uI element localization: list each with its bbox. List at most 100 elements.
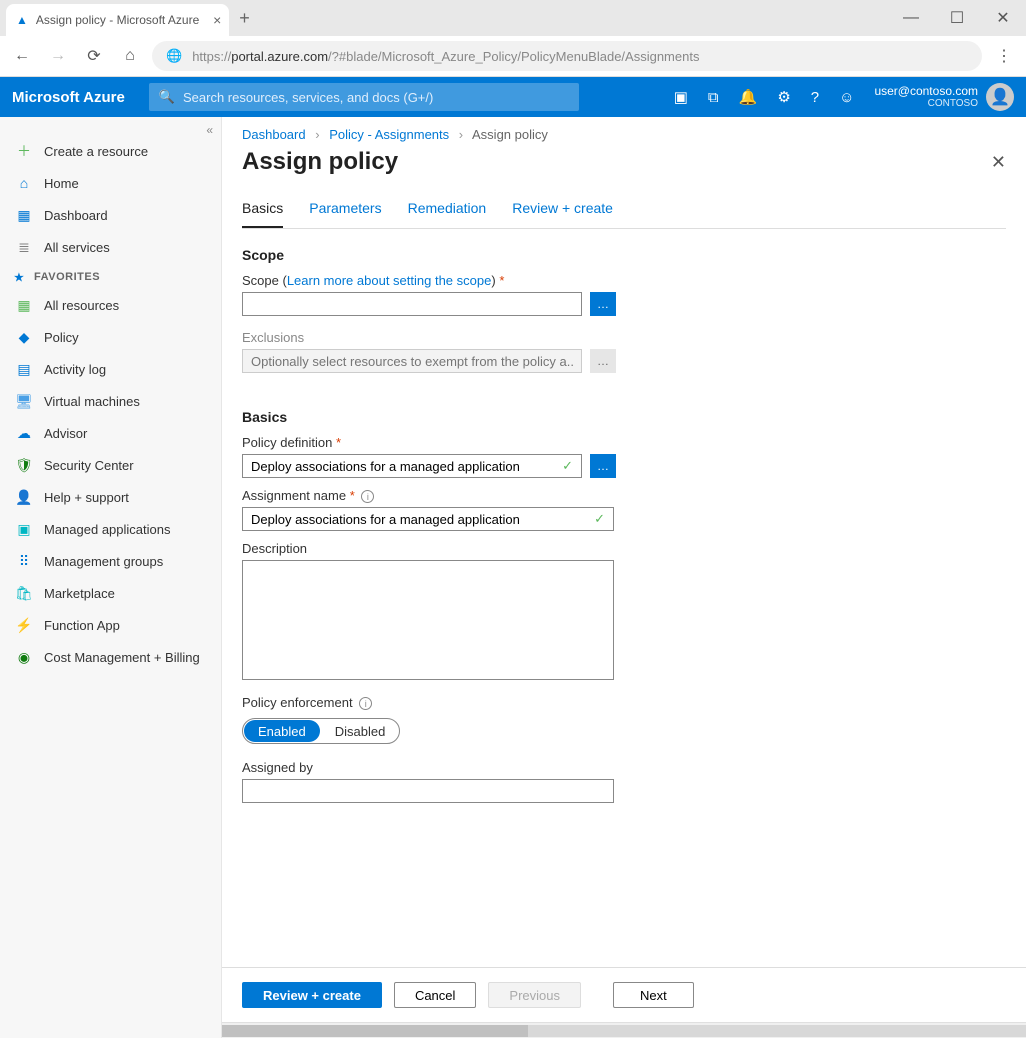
breadcrumb-policy-assignments[interactable]: Policy - Assignments xyxy=(329,127,449,142)
scrollbar-thumb[interactable] xyxy=(222,1025,528,1037)
next-button[interactable]: Next xyxy=(613,982,694,1008)
tab-parameters[interactable]: Parameters xyxy=(309,190,381,228)
settings-icon[interactable]: ⚙ xyxy=(777,88,790,106)
maximize-button[interactable]: ☐ xyxy=(934,0,980,36)
description-label: Description xyxy=(242,541,1006,556)
globe-icon: 🌐 xyxy=(166,48,182,64)
notifications-icon[interactable]: 🔔 xyxy=(739,88,758,106)
sidebar-item-virtual-machines[interactable]: 🖥Virtual machines xyxy=(0,385,221,417)
browser-tab[interactable]: ▲ Assign policy - Microsoft Azure × xyxy=(6,4,229,36)
scope-picker-button[interactable]: … xyxy=(590,292,616,316)
exclusions-label: Exclusions xyxy=(242,330,1006,345)
policy-enforcement-toggle[interactable]: Enabled Disabled xyxy=(242,718,400,744)
advisor-icon: ☁ xyxy=(16,425,32,441)
chevron-right-icon: › xyxy=(315,127,319,142)
marketplace-icon: 🛍 xyxy=(16,585,32,601)
horizontal-scrollbar[interactable] xyxy=(222,1022,1026,1038)
tab-close-icon[interactable]: × xyxy=(213,12,221,28)
policy-definition-select[interactable]: Deploy associations for a managed applic… xyxy=(242,454,582,478)
sidebar-item-all-services[interactable]: ≣All services xyxy=(0,231,221,263)
cost-icon: ◉ xyxy=(16,649,32,665)
policy-definition-picker-button[interactable]: … xyxy=(590,454,616,478)
plus-icon: ＋ xyxy=(16,143,32,159)
url-bar[interactable]: 🌐 https://portal.azure.com/?#blade/Micro… xyxy=(152,41,982,71)
sidebar-item-label: Dashboard xyxy=(44,208,108,223)
help-icon[interactable]: ? xyxy=(811,89,819,106)
sidebar-item-label: Home xyxy=(44,176,79,191)
breadcrumb: Dashboard › Policy - Assignments › Assig… xyxy=(222,117,1026,148)
sidebar-item-label: Advisor xyxy=(44,426,87,441)
sidebar-item-advisor[interactable]: ☁ Advisor xyxy=(0,417,221,449)
assignment-name-input[interactable]: Deploy associations for a managed applic… xyxy=(242,507,614,531)
scope-learn-link[interactable]: Learn more about setting the scope xyxy=(287,273,492,288)
breadcrumb-dashboard[interactable]: Dashboard xyxy=(242,127,306,142)
azure-user-info[interactable]: user@contoso.com CONTOSO xyxy=(874,84,978,110)
forward-button[interactable]: → xyxy=(44,42,72,70)
tab-review-create[interactable]: Review + create xyxy=(512,190,613,228)
reload-button[interactable]: ⟳ xyxy=(80,42,108,70)
info-icon[interactable]: i xyxy=(361,490,374,503)
tab-remediation[interactable]: Remediation xyxy=(408,190,487,228)
directory-filter-icon[interactable]: ⧉ xyxy=(708,89,719,106)
page-title: Assign policy xyxy=(242,148,398,176)
home-button[interactable]: ⌂ xyxy=(116,42,144,70)
scope-label: Scope (Learn more about setting the scop… xyxy=(242,273,1006,288)
policy-enforcement-label: Policy enforcement i xyxy=(242,695,1006,710)
close-window-button[interactable]: ✕ xyxy=(980,0,1026,36)
sidebar-item-create-resource[interactable]: ＋Create a resource xyxy=(0,135,221,167)
scope-input[interactable] xyxy=(242,292,582,316)
grid-icon: ▦ xyxy=(16,297,32,313)
content-area: Basics Parameters Remediation Review + c… xyxy=(222,190,1026,967)
main-content: Dashboard › Policy - Assignments › Assig… xyxy=(222,117,1026,1038)
tab-basics[interactable]: Basics xyxy=(242,190,283,228)
sidebar-item-security-center[interactable]: 🛡Security Center xyxy=(0,449,221,481)
sidebar-item-activity-log[interactable]: ▤ Activity log xyxy=(0,353,221,385)
new-tab-button[interactable]: + xyxy=(239,8,250,29)
sidebar-item-management-groups[interactable]: ⠿Management groups xyxy=(0,545,221,577)
sidebar-item-home[interactable]: ⌂ Home xyxy=(0,167,221,199)
azure-search-input[interactable]: 🔍 Search resources, services, and docs (… xyxy=(149,83,579,111)
log-icon: ▤ xyxy=(16,361,32,377)
policy-definition-value: Deploy associations for a managed applic… xyxy=(251,459,520,474)
breadcrumb-current: Assign policy xyxy=(472,127,548,142)
assigned-by-input[interactable] xyxy=(242,779,614,803)
sidebar-item-dashboard[interactable]: ▦Dashboard xyxy=(0,199,221,231)
scope-heading: Scope xyxy=(242,247,1006,263)
home-icon: ⌂ xyxy=(16,175,32,191)
page-header: Assign policy ✕ xyxy=(222,148,1026,190)
back-button[interactable]: ← xyxy=(8,42,36,70)
user-avatar[interactable]: 👤 xyxy=(986,83,1014,111)
tabs: Basics Parameters Remediation Review + c… xyxy=(242,190,1006,229)
sidebar-collapse-icon[interactable]: « xyxy=(206,123,213,137)
sidebar-item-managed-applications[interactable]: ▣Managed applications xyxy=(0,513,221,545)
browser-menu-button[interactable]: ⋮ xyxy=(990,46,1018,66)
scrollbar-track xyxy=(528,1025,1026,1037)
sidebar-item-help-support[interactable]: 👤Help + support xyxy=(0,481,221,513)
sidebar-item-policy[interactable]: ◆Policy xyxy=(0,321,221,353)
sidebar-item-cost-management[interactable]: ◉Cost Management + Billing xyxy=(0,641,221,673)
cloud-shell-icon[interactable]: ▣ xyxy=(674,88,688,106)
assignment-name-label: Assignment name * i xyxy=(242,488,1006,503)
exclusions-picker-button[interactable]: … xyxy=(590,349,616,373)
info-icon[interactable]: i xyxy=(359,697,372,710)
toggle-enabled[interactable]: Enabled xyxy=(244,720,320,742)
function-icon: ⚡ xyxy=(16,617,32,633)
toggle-disabled[interactable]: Disabled xyxy=(321,719,400,743)
description-textarea[interactable] xyxy=(242,560,614,680)
sidebar-item-function-app[interactable]: ⚡Function App xyxy=(0,609,221,641)
sidebar-item-marketplace[interactable]: 🛍Marketplace xyxy=(0,577,221,609)
exclusions-input[interactable] xyxy=(242,349,582,373)
review-create-button[interactable]: Review + create xyxy=(242,982,382,1008)
azure-logo[interactable]: Microsoft Azure xyxy=(12,89,125,106)
cancel-button[interactable]: Cancel xyxy=(394,982,476,1008)
sidebar-item-label: Managed applications xyxy=(44,522,170,537)
policy-definition-label: Policy definition * xyxy=(242,435,1006,450)
azure-toolbar-icons: ▣ ⧉ 🔔 ⚙ ? ☺ xyxy=(674,88,855,106)
sidebar-item-label: Activity log xyxy=(44,362,106,377)
minimize-button[interactable]: — xyxy=(888,0,934,36)
close-blade-button[interactable]: ✕ xyxy=(991,152,1006,173)
feedback-icon[interactable]: ☺ xyxy=(839,89,854,106)
sidebar-item-all-resources[interactable]: ▦All resources xyxy=(0,289,221,321)
azure-top-bar: Microsoft Azure 🔍 Search resources, serv… xyxy=(0,77,1026,117)
star-icon: ★ xyxy=(14,271,24,284)
